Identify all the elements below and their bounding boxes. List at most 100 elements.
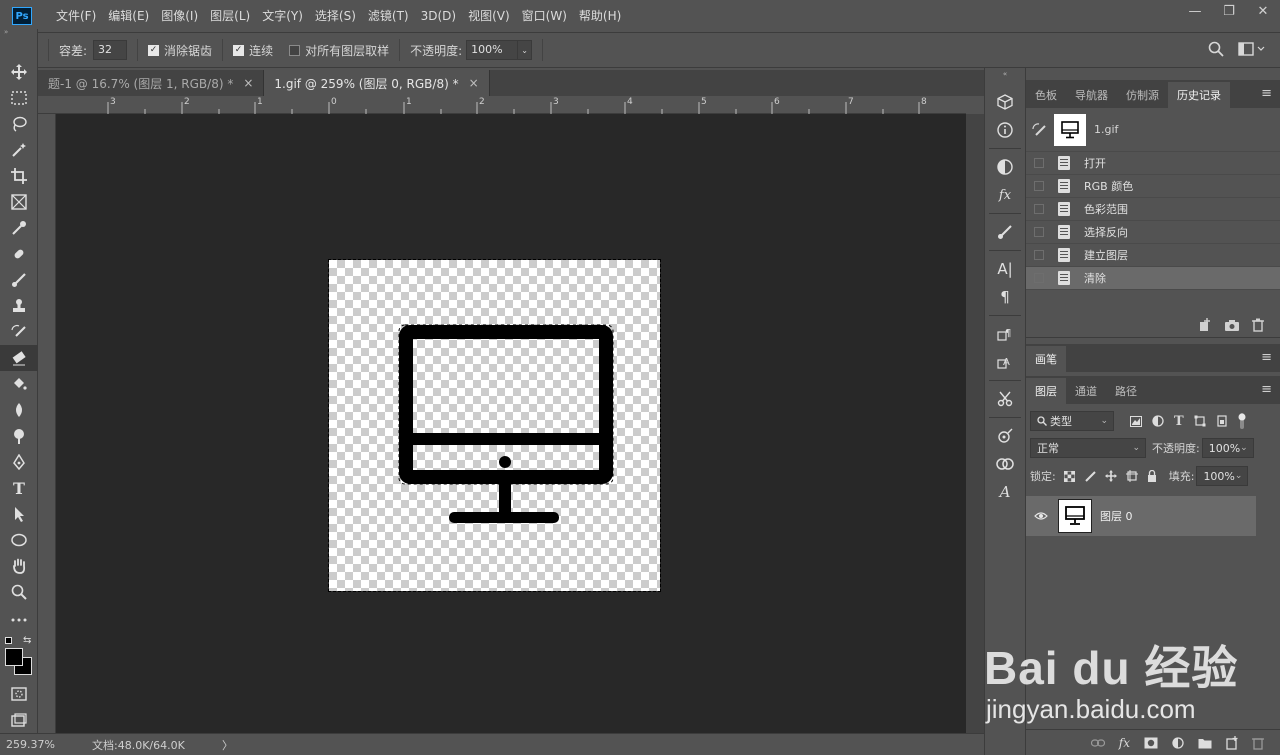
- menu-filter[interactable]: 滤镜(T): [362, 0, 415, 32]
- contiguous-checkbox[interactable]: ✓: [233, 44, 245, 56]
- filter-shape-icon[interactable]: [1194, 415, 1206, 427]
- filter-type-icon[interactable]: T: [1174, 414, 1184, 429]
- menu-3d[interactable]: 3D(D): [415, 0, 462, 32]
- delete-layer-icon[interactable]: [1252, 736, 1264, 750]
- tab-brushes[interactable]: 画笔: [1026, 346, 1066, 372]
- search-icon[interactable]: [1208, 41, 1224, 57]
- history-brush-tool[interactable]: [0, 319, 38, 345]
- history-source-box[interactable]: [1034, 273, 1044, 283]
- layer-name[interactable]: 图层 0: [1100, 508, 1133, 524]
- type-tool[interactable]: T: [0, 475, 38, 501]
- new-adjustment-layer-icon[interactable]: [1172, 736, 1184, 749]
- layer-style-icon[interactable]: fx: [1119, 736, 1130, 750]
- layer-filter-select[interactable]: 类型 ⌄: [1030, 411, 1114, 431]
- close-window-button[interactable]: ✕: [1246, 0, 1280, 22]
- fill-input[interactable]: 100% ⌄: [1196, 466, 1249, 486]
- crop-tool[interactable]: [0, 163, 38, 189]
- panel-menu-icon[interactable]: ≡: [1261, 86, 1272, 101]
- blur-tool[interactable]: [0, 397, 38, 423]
- layer-opacity-input[interactable]: 100% ⌄: [1201, 438, 1254, 458]
- lock-transparent-icon[interactable]: [1063, 470, 1075, 482]
- document-canvas[interactable]: [328, 259, 661, 592]
- magic-wand-tool[interactable]: [0, 137, 38, 163]
- clone-stamp-tool[interactable]: [0, 293, 38, 319]
- restore-button[interactable]: ❐: [1212, 0, 1246, 22]
- new-group-icon[interactable]: [1198, 737, 1212, 749]
- lock-image-icon[interactable]: [1084, 470, 1096, 482]
- blend-mode-select[interactable]: 正常 ⌄: [1030, 438, 1146, 458]
- 3d-panel-button[interactable]: [985, 88, 1025, 116]
- history-source-box[interactable]: [1034, 204, 1044, 214]
- tab-close-icon[interactable]: ×: [469, 76, 479, 90]
- new-document-from-state-icon[interactable]: [1198, 318, 1212, 332]
- camera-icon[interactable]: [1224, 319, 1240, 332]
- character-styles-button[interactable]: A: [985, 348, 1025, 376]
- history-item[interactable]: 色彩范围: [1026, 198, 1280, 221]
- paragraph-styles-button[interactable]: ¶: [985, 320, 1025, 348]
- lock-all-icon[interactable]: [1147, 470, 1157, 482]
- hand-tool[interactable]: [0, 553, 38, 579]
- menu-edit[interactable]: 编辑(E): [102, 0, 155, 32]
- brush-tool[interactable]: [0, 267, 38, 293]
- filter-smart-object-icon[interactable]: [1216, 415, 1228, 427]
- menu-file[interactable]: 文件(F): [50, 0, 102, 32]
- zoom-tool[interactable]: [0, 579, 38, 605]
- frame-tool[interactable]: [0, 189, 38, 215]
- panel-menu-icon[interactable]: ≡: [1261, 350, 1272, 365]
- brush-settings-button[interactable]: [985, 218, 1025, 246]
- tab-layers[interactable]: 图层: [1026, 378, 1066, 404]
- canvas-area[interactable]: [56, 114, 966, 734]
- tab-navigator[interactable]: 导航器: [1066, 82, 1117, 108]
- menu-layer[interactable]: 图层(L): [204, 0, 256, 32]
- history-snapshot[interactable]: 1.gif: [1026, 108, 1280, 152]
- eye-icon[interactable]: [1034, 511, 1048, 521]
- history-item-selected[interactable]: 清除: [1026, 267, 1280, 290]
- menu-image[interactable]: 图像(I): [155, 0, 204, 32]
- sample-all-layers-checkbox[interactable]: [289, 44, 301, 56]
- menu-select[interactable]: 选择(S): [309, 0, 362, 32]
- antialias-option[interactable]: ✓ 消除锯齿: [148, 42, 212, 59]
- status-menu-arrow[interactable]: 〉: [222, 737, 233, 753]
- info-panel-button[interactable]: [985, 116, 1025, 144]
- menu-type[interactable]: 文字(Y): [256, 0, 309, 32]
- libraries-button[interactable]: [985, 450, 1025, 478]
- tab-swatches[interactable]: 色板: [1026, 82, 1066, 108]
- marquee-tool[interactable]: [0, 85, 38, 111]
- filter-adjustment-icon[interactable]: [1152, 415, 1164, 427]
- vertical-scrollbar[interactable]: [966, 114, 984, 734]
- properties-button[interactable]: [985, 422, 1025, 450]
- quick-mask-button[interactable]: [0, 681, 38, 707]
- trash-icon[interactable]: [1252, 318, 1264, 332]
- ellipse-tool[interactable]: [0, 527, 38, 553]
- tab-document-1[interactable]: 题-1 @ 16.7% (图层 1, RGB/8) * ×: [38, 70, 265, 96]
- opacity-dropdown[interactable]: ⌄: [518, 40, 533, 60]
- tab-clone-source[interactable]: 仿制源: [1117, 82, 1168, 108]
- lock-artboard-icon[interactable]: [1125, 470, 1138, 482]
- tolerance-input[interactable]: 32: [93, 40, 128, 60]
- foreground-color-swatch[interactable]: [5, 648, 23, 666]
- paragraph-panel-button[interactable]: ¶: [985, 283, 1025, 311]
- tab-document-2[interactable]: 1.gif @ 259% (图层 0, RGB/8) * ×: [264, 70, 490, 96]
- eyedropper-tool[interactable]: [0, 215, 38, 241]
- opacity-input[interactable]: 100%: [466, 40, 519, 60]
- sample-all-layers-option[interactable]: 对所有图层取样: [289, 42, 389, 59]
- more-tools[interactable]: [0, 607, 38, 633]
- panel-menu-icon[interactable]: ≡: [1261, 382, 1272, 397]
- history-item[interactable]: 建立图层: [1026, 244, 1280, 267]
- tab-channels[interactable]: 通道: [1066, 378, 1106, 404]
- menu-view[interactable]: 视图(V): [462, 0, 516, 32]
- menu-help[interactable]: 帮助(H): [573, 0, 627, 32]
- history-item[interactable]: RGB 颜色: [1026, 175, 1280, 198]
- history-source-box[interactable]: [1034, 227, 1044, 237]
- lasso-tool[interactable]: [0, 111, 38, 137]
- workspace-icon[interactable]: [1238, 41, 1266, 57]
- paint-bucket-tool[interactable]: [0, 371, 38, 397]
- history-item[interactable]: 选择反向: [1026, 221, 1280, 244]
- dodge-tool[interactable]: [0, 423, 38, 449]
- zoom-level[interactable]: 259.37%: [6, 738, 92, 751]
- tool-presets-button[interactable]: [985, 385, 1025, 413]
- history-source-box[interactable]: [1034, 250, 1044, 260]
- pen-tool[interactable]: [0, 449, 38, 475]
- history-source-box[interactable]: [1034, 158, 1044, 168]
- history-item[interactable]: 打开: [1026, 152, 1280, 175]
